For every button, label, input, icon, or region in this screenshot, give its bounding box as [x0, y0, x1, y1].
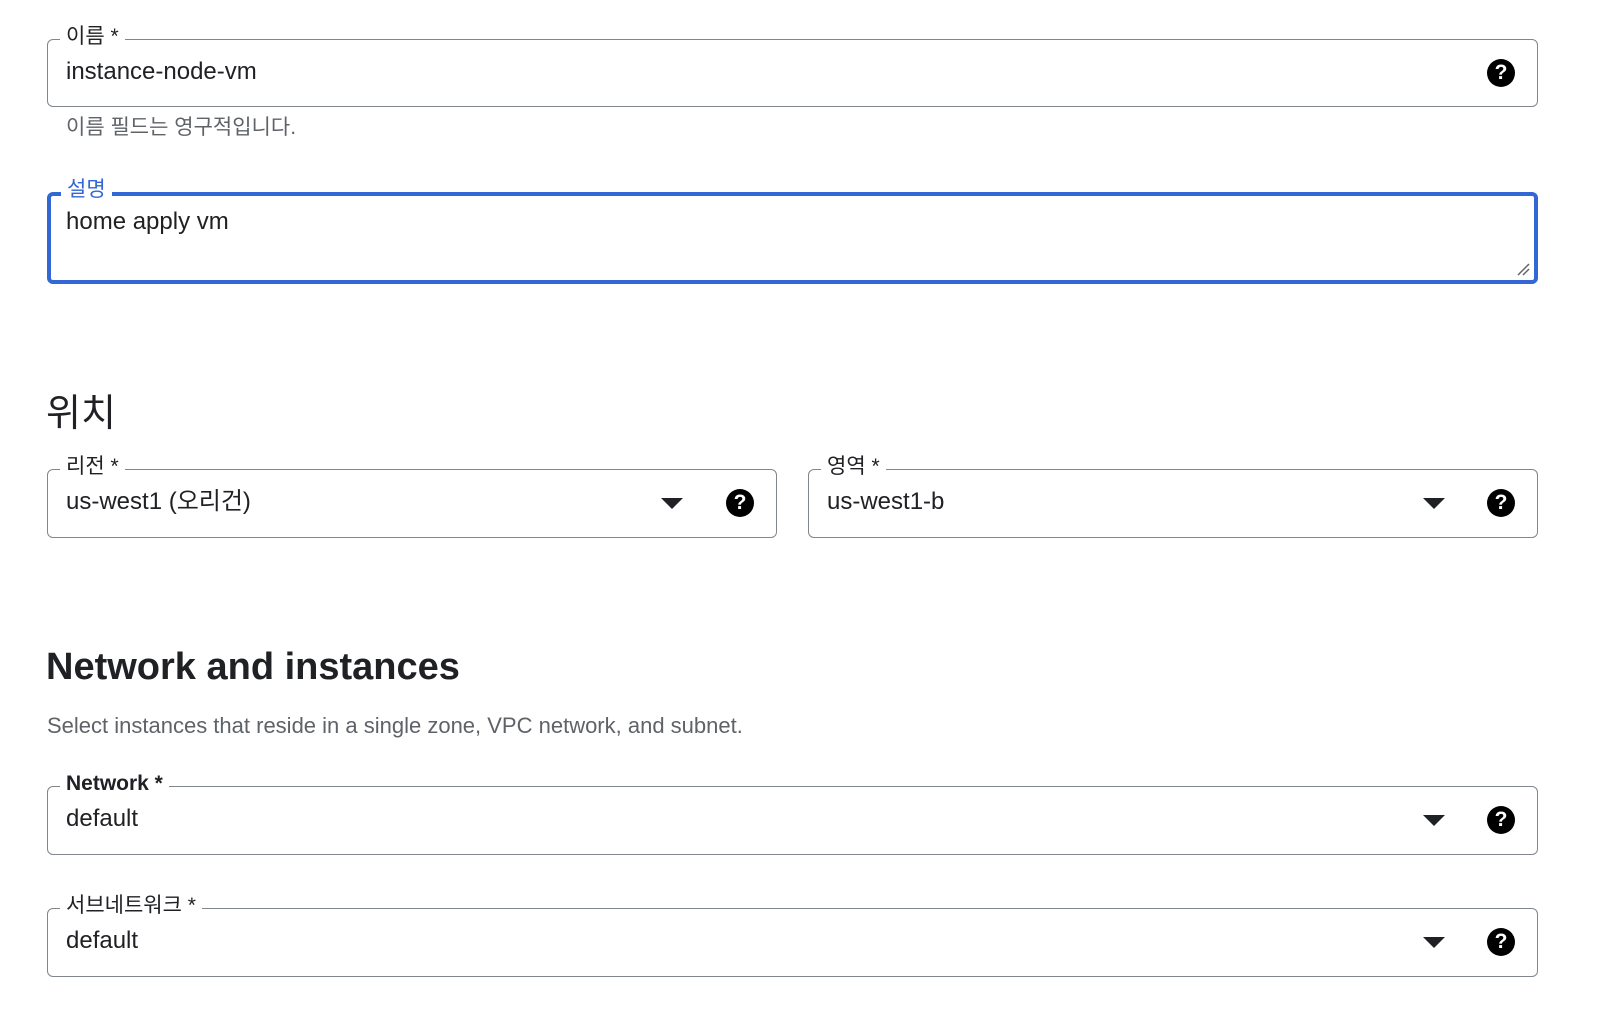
subnetwork-select-value[interactable]: default: [66, 925, 138, 957]
region-select[interactable]: 리전 * us-west1 (오리건) ?: [47, 453, 777, 538]
region-select-value[interactable]: us-west1 (오리건): [66, 486, 251, 518]
arrow-drop-down-icon[interactable]: [1423, 937, 1445, 948]
network-section-title: Network and instances: [46, 646, 460, 688]
description-field-label: 설명: [61, 176, 112, 204]
network-section-description: Select instances that reside in a single…: [47, 713, 743, 738]
description-field[interactable]: 설명 home apply vm: [47, 176, 1538, 284]
network-field-label: Network *: [60, 770, 169, 798]
subnetwork-select[interactable]: 서브네트워크 * default ?: [47, 892, 1538, 977]
name-field[interactable]: 이름 * instance-node-vm ?: [47, 23, 1538, 107]
zone-select-value[interactable]: us-west1-b: [827, 486, 944, 518]
help-icon[interactable]: ?: [1487, 59, 1515, 87]
help-icon[interactable]: ?: [1487, 489, 1515, 517]
name-field-label: 이름 *: [60, 23, 125, 51]
name-input-value[interactable]: instance-node-vm: [66, 56, 257, 88]
help-icon[interactable]: ?: [726, 489, 754, 517]
description-textarea-value[interactable]: home apply vm: [66, 206, 229, 238]
region-field-label: 리전 *: [60, 453, 125, 481]
location-section-title: 위치: [46, 393, 116, 435]
arrow-drop-down-icon[interactable]: [661, 498, 683, 509]
resize-handle-icon[interactable]: [1516, 262, 1530, 276]
arrow-drop-down-icon[interactable]: [1423, 815, 1445, 826]
network-select[interactable]: Network * default ?: [47, 770, 1538, 855]
help-icon[interactable]: ?: [1487, 928, 1515, 956]
name-field-hint: 이름 필드는 영구적입니다.: [66, 116, 297, 139]
help-icon[interactable]: ?: [1487, 806, 1515, 834]
zone-select[interactable]: 영역 * us-west1-b ?: [808, 453, 1538, 538]
subnetwork-field-label: 서브네트워크 *: [60, 892, 202, 920]
arrow-drop-down-icon[interactable]: [1423, 498, 1445, 509]
zone-field-label: 영역 *: [821, 453, 886, 481]
network-select-value[interactable]: default: [66, 803, 138, 835]
